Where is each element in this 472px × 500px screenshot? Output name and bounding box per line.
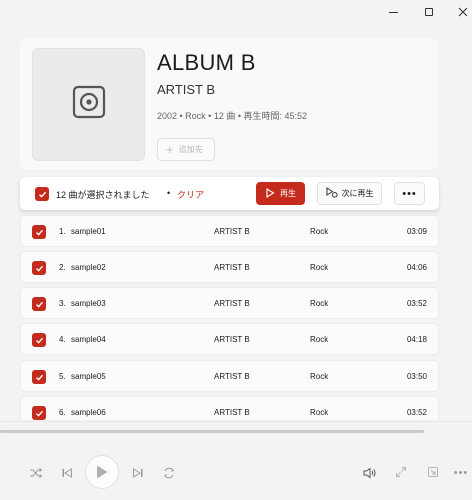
track-row[interactable]: 3. sample03 ARTIST B Rock 03:52 [20,287,439,319]
track-row[interactable]: 4. sample04 ARTIST B Rock 04:18 [20,323,439,355]
track-title: sample04 [71,335,106,344]
minimize-icon[interactable] [385,4,401,20]
title-bar [0,0,472,24]
track-genre[interactable]: Rock [310,408,328,417]
track-number: 4. [59,335,66,344]
track-number: 3. [59,299,66,308]
album-title: ALBUM B [157,50,256,75]
select-all-checkbox[interactable] [35,187,49,201]
play-icon [265,187,275,200]
track-duration: 04:18 [406,335,427,344]
separator-dot: • [167,188,171,198]
track-genre[interactable]: Rock [310,263,328,272]
album-artist[interactable]: ARTIST B [157,82,215,97]
plus-icon: + [166,142,174,157]
maximize-icon[interactable] [421,4,437,20]
track-title: sample01 [71,227,106,236]
track-genre[interactable]: Rock [310,372,328,381]
track-duration: 03:09 [406,227,427,236]
track-artist[interactable]: ARTIST B [214,335,250,344]
track-number: 6. [59,408,66,417]
track-number: 2. [59,263,66,272]
track-genre[interactable]: Rock [310,335,328,344]
track-title: sample05 [71,372,106,381]
track-duration: 03:52 [406,299,427,308]
selection-bar: 12 曲が選択されました • クリア 再生 次に再生 ••• [20,177,439,210]
track-duration: 03:52 [406,408,427,417]
clear-selection-link[interactable]: クリア [177,188,204,201]
mini-player-icon[interactable] [426,465,440,479]
track-genre[interactable]: Rock [310,299,328,308]
album-meta: 2002 • Rock • 12 曲 • 再生時間: 45:52 [157,111,308,121]
track-artist[interactable]: ARTIST B [214,372,250,381]
track-row[interactable]: 2. sample02 ARTIST B Rock 04:06 [20,251,439,283]
player-bar: ••• [0,421,472,500]
track-list: 1. sample01 ARTIST B Rock 03:09 2. sample02 ART… [20,215,439,420]
track-title: sample02 [71,263,106,272]
seek-bar[interactable] [0,430,424,433]
track-checkbox[interactable] [32,406,46,420]
track-checkbox[interactable] [32,225,46,239]
add-to-button[interactable]: + 追加先 [157,138,215,161]
more-icon[interactable]: ••• [453,465,469,481]
play-next-button[interactable]: 次に再生 [317,182,382,205]
volume-icon[interactable] [362,465,378,481]
more-options-button[interactable]: ••• [394,182,425,205]
track-genre[interactable]: Rock [310,227,328,236]
track-artist[interactable]: ARTIST B [214,408,250,417]
add-to-label: 追加先 [178,145,203,154]
close-icon[interactable] [455,4,471,20]
track-number: 5. [59,372,66,381]
play-button[interactable]: 再生 [256,182,305,205]
expand-icon[interactable] [394,465,408,479]
track-row[interactable]: 5. sample05 ARTIST B Rock 03:50 [20,360,439,392]
previous-icon[interactable] [60,465,74,481]
track-row[interactable]: 1. sample01 ARTIST B Rock 03:09 [20,215,439,247]
album-art [32,48,145,161]
track-artist[interactable]: ARTIST B [214,299,250,308]
track-row[interactable]: 6. sample06 ARTIST B Rock 03:52 [20,396,439,420]
track-duration: 03:50 [406,372,427,381]
play-icon[interactable] [85,455,119,489]
track-checkbox[interactable] [32,297,46,311]
selection-count: 12 曲が選択されました [56,190,150,200]
track-duration: 04:06 [406,263,427,272]
shuffle-icon[interactable] [28,465,44,481]
track-artist[interactable]: ARTIST B [214,227,250,236]
play-next-label: 次に再生 [341,189,374,198]
repeat-icon[interactable] [161,465,177,481]
track-title: sample06 [71,408,106,417]
album-placeholder-icon [72,85,106,124]
next-icon[interactable] [131,465,145,481]
track-checkbox[interactable] [32,370,46,384]
track-checkbox[interactable] [32,261,46,275]
play-label: 再生 [280,189,296,198]
play-next-icon [326,187,338,200]
track-title: sample03 [71,299,106,308]
track-checkbox[interactable] [32,333,46,347]
track-artist[interactable]: ARTIST B [214,263,250,272]
track-number: 1. [59,227,66,236]
